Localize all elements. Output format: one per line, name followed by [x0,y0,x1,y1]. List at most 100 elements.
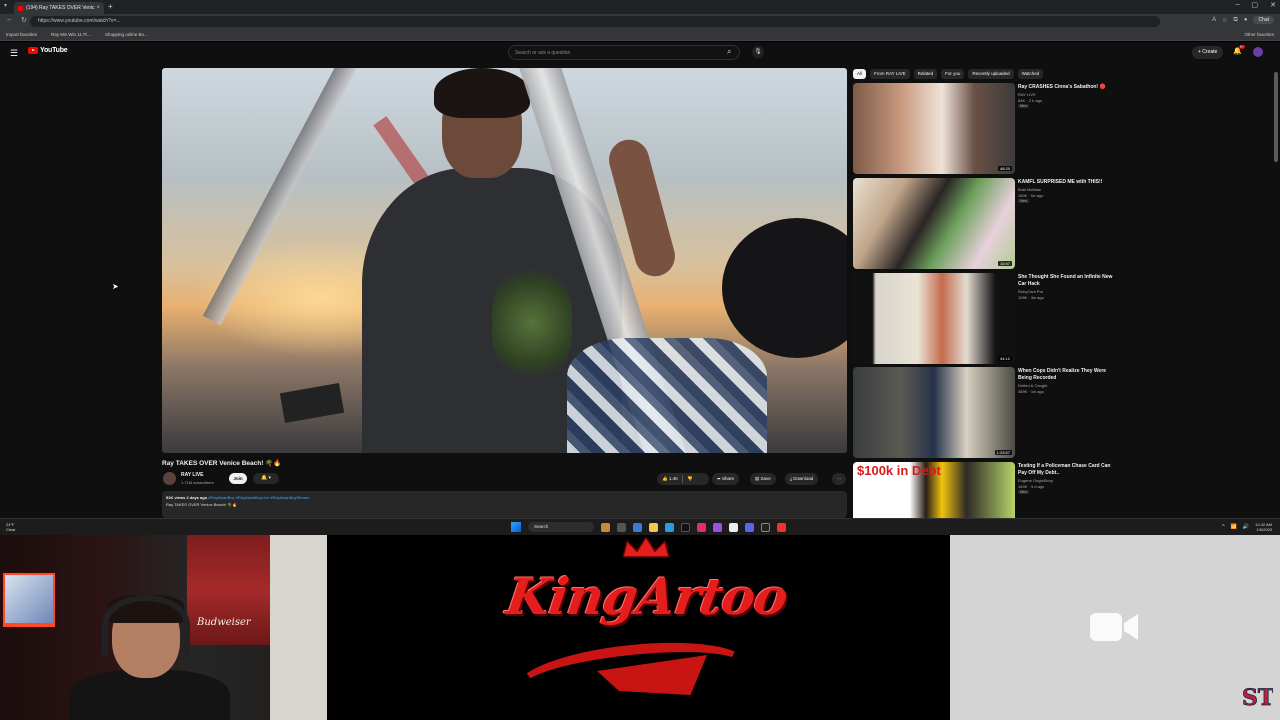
browser-tabbar: ▾ (194) Ray TAKES OVER Venic × + – ▢ ✕ [0,0,1280,14]
weather-desc: Clear [6,527,16,532]
rec-title[interactable]: KAMFL SURPRISED ME with THIS!! [1018,179,1118,186]
bookmark-item[interactable]: Ray MS Win 11 Pi... [51,32,91,37]
network-icon[interactable]: 📶 [1231,524,1237,530]
recommendation-item[interactable]: 44:12 She Thought She Found an Infinite … [853,273,1113,365]
task-view-icon[interactable] [617,522,626,532]
rec-channel[interactable]: Bubl McMaw [1018,187,1041,192]
bookmarks-bar: Import favorites Ray MS Win 11 Pi... Sho… [0,29,1280,41]
rec-title[interactable]: Testing If a Policeman Chase Card Can Pa… [1018,463,1118,477]
search-icon[interactable]: ⌕ [727,47,731,57]
chip-all[interactable]: All [853,69,867,79]
windows-start-icon[interactable] [511,522,521,532]
chip-watched[interactable]: Watched [1017,69,1044,79]
rec-title[interactable]: Ray CRASHES Cinna's Sabathon! 🔴 [1018,84,1118,91]
recommendation-item[interactable]: 10:47 KAMFL SURPRISED ME with THIS!! Bub… [853,178,1113,270]
rec-meta: 84K · 2 h ago [1018,98,1043,103]
left-empty-area [0,64,160,518]
rec-title[interactable]: When Cops Didn't Realize They Were Being… [1018,368,1118,382]
chip-related[interactable]: Related [913,69,938,79]
rec-meta: 164K · 3 d ago [1018,484,1045,489]
url-field[interactable]: https://www.youtube.com/watch?v=... [30,16,1160,27]
extensions-icon[interactable]: ⧉ [1234,17,1238,24]
close-tab-icon[interactable]: × [96,5,100,11]
bookmark-item[interactable]: Import favorites [6,32,37,37]
like-count: 1.4K [668,476,679,481]
tiktok-icon[interactable] [681,522,690,532]
video-player[interactable] [162,68,847,453]
close-window-icon[interactable]: ✕ [1270,1,1276,9]
subscriber-count: 1.71M subscribers [181,480,214,485]
chip-recently-uploaded[interactable]: Recently uploaded [968,69,1014,79]
browser-tab-active[interactable]: (194) Ray TAKES OVER Venic × [14,2,104,14]
chrome-icon[interactable] [777,522,786,532]
instagram-icon[interactable] [697,522,706,532]
account-avatar[interactable] [1253,47,1263,57]
chip-from-channel[interactable]: From RAY LIVE [870,69,910,79]
search-input[interactable]: Search or ask a question [508,45,740,60]
description-box[interactable]: 51K views 2 days ago #RayAsianBoy #RayAs… [162,491,847,518]
taskbar-clock[interactable]: 12:42 AM 1/6/2025 [1255,522,1272,532]
store-icon[interactable] [665,522,674,532]
refresh-icon[interactable]: ↻ [21,16,27,24]
other-favorites[interactable]: Other favorites [1244,32,1274,37]
menu-icon[interactable]: ☰ [10,48,18,59]
channel-avatar[interactable] [163,472,176,485]
taskbar-search[interactable]: Search [528,522,594,532]
app-icon[interactable] [729,522,738,532]
download-button[interactable]: ⤓ Download [785,473,819,485]
chip-for-you[interactable]: For you [941,69,965,79]
video-thumbnail[interactable]: $100k in Debt [853,462,1015,518]
new-tab-icon[interactable]: + [108,2,113,11]
app-icon[interactable] [713,522,722,532]
maximize-icon[interactable]: ▢ [1252,1,1259,9]
save-button[interactable]: ▤ Save [750,473,776,485]
tab-actions-icon[interactable]: ▾ [4,2,7,9]
obs-icon[interactable] [761,522,770,532]
minimize-icon[interactable]: – [1236,1,1240,9]
youtube-page: ☰ YouTube Search or ask a question ⌕ 🎙 +… [0,42,1280,518]
clock-date: 1/6/2025 [1256,527,1272,532]
create-button[interactable]: + Create [1192,46,1224,59]
rec-channel[interactable]: Defied & Caught [1018,383,1047,388]
video-thumbnail[interactable]: 1:23:57 [853,367,1015,458]
weather-widget[interactable]: 24°F Clear [6,522,16,532]
subscribed-bell-button[interactable]: 🔔 ▾ [253,473,279,484]
recommendation-item[interactable]: $100k in Debt Testing If a Policeman Cha… [853,462,1113,518]
rec-title[interactable]: She Thought She Found an Infinite New Ca… [1018,274,1118,288]
channel-name[interactable]: RAY LIVE [181,472,204,478]
join-button[interactable]: Join [229,473,247,484]
bookmark-item[interactable]: Shopping online Bo... [105,32,148,37]
volume-icon[interactable]: 🔊 [1243,524,1249,530]
recommendation-item[interactable]: 1:23:57 When Cops Didn't Realize They We… [853,367,1113,459]
page-scrollbar[interactable] [1274,72,1278,162]
video-thumbnail[interactable]: 44:12 [853,273,1015,364]
hashtags[interactable]: #RayAsianBoy #RayAsianBoyLive #RayAsianB… [208,495,309,500]
profile-icon[interactable]: ● [1244,17,1248,23]
copilot-chat-button[interactable]: Chat [1253,16,1274,24]
rec-channel[interactable]: RobyCam Pro [1018,289,1043,294]
microphone-icon[interactable]: 🎙 [752,46,764,58]
headphones-icon [102,595,190,655]
recommendation-item[interactable]: 48:20 Ray CRASHES Cinna's Sabathon! 🔴 RA… [853,83,1113,175]
rec-channel[interactable]: Eugene OnglaStory [1018,478,1053,483]
share-button[interactable]: ➦ Share [712,473,740,485]
edge-icon[interactable] [633,522,642,532]
more-actions-icon[interactable]: ⋯ [832,473,846,485]
file-explorer-icon[interactable] [649,522,658,532]
notification-count-badge: 9+ [1239,45,1245,49]
video-thumbnail[interactable]: 10:47 [853,178,1015,269]
rec-meta: 389K · 1w ago [1018,389,1044,394]
favorite-star-icon[interactable]: ☆ [1222,17,1227,24]
youtube-logo-text: YouTube [40,47,68,54]
camera-off-panel: STL [950,535,1280,720]
thumbs-down-icon[interactable]: 👎 [687,476,693,481]
read-aloud-icon[interactable]: A [1212,17,1216,23]
back-icon[interactable]: ← [6,16,13,24]
discord-icon[interactable] [745,522,754,532]
video-thumbnail[interactable]: 48:20 [853,83,1015,174]
tray-expand-icon[interactable]: ^ [1222,524,1224,530]
like-dislike-button[interactable]: 👍 1.4K 👎 [657,473,709,485]
youtube-logo[interactable]: YouTube [28,47,68,54]
rec-channel[interactable]: RAY LIVE [1018,92,1036,97]
taskbar-app-icon[interactable] [601,522,610,532]
